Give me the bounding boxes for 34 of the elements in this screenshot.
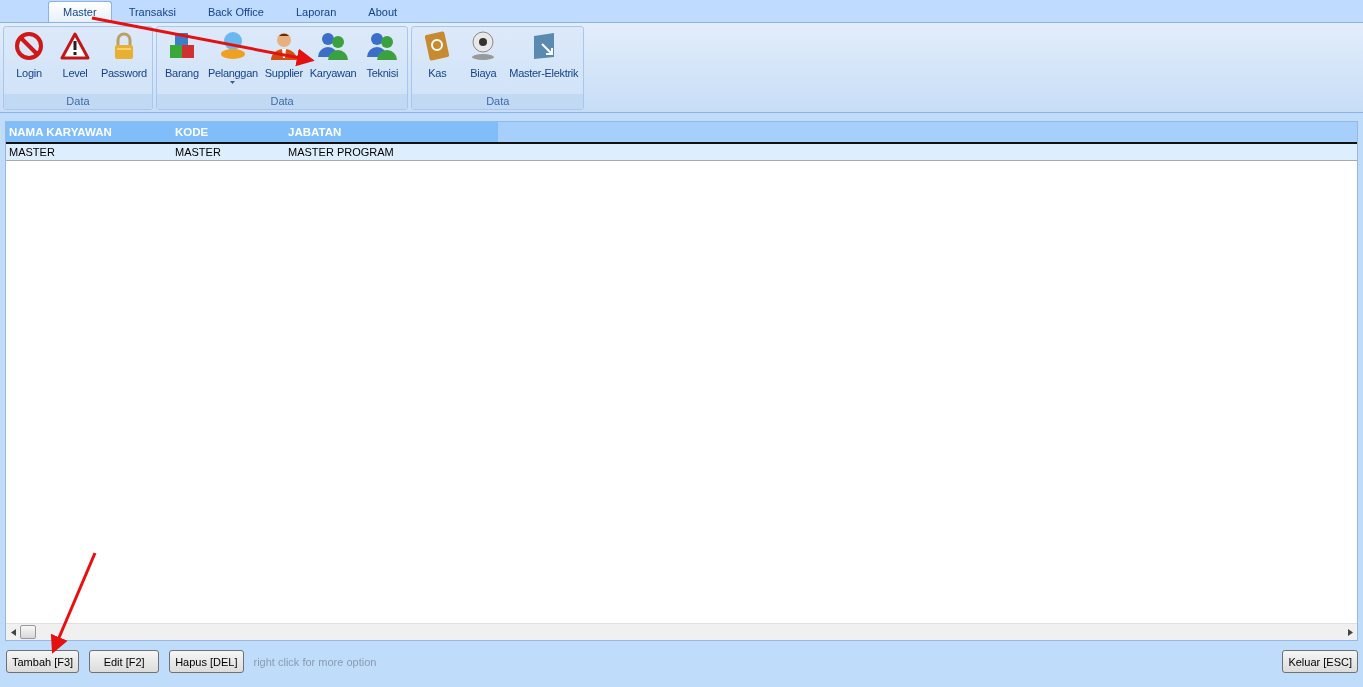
ribbon-button[interactable]: Pelanggan xyxy=(205,30,260,94)
warning-icon xyxy=(59,30,91,62)
exit-button[interactable]: Keluar [ESC] xyxy=(1282,650,1358,673)
people-icon xyxy=(317,30,350,62)
ribbon-tab[interactable]: Master xyxy=(48,1,112,22)
table-cell-text: MASTER PROGRAM xyxy=(287,145,395,160)
ribbon-button[interactable]: Karyawan xyxy=(307,30,359,94)
ribbon-button[interactable]: Login xyxy=(7,30,51,94)
ribbon-button[interactable]: Biaya xyxy=(461,30,506,94)
hint-text: right click for more option xyxy=(253,655,377,668)
ribbon-button[interactable]: Barang xyxy=(159,30,204,94)
action-button[interactable]: Tambah [F3] xyxy=(6,650,80,673)
group-label: Data xyxy=(412,94,584,109)
ribbon-button[interactable]: Teknisi xyxy=(360,30,405,94)
people-icon xyxy=(366,30,399,62)
ribbon-button[interactable]: Password xyxy=(99,30,149,94)
group-label: Data xyxy=(4,94,152,109)
ribbon-button[interactable]: Master-Elektrik xyxy=(507,30,581,94)
scrollbar-thumb[interactable] xyxy=(20,625,36,639)
table-cell-text: MASTER xyxy=(174,145,222,160)
ribbon-tab[interactable]: About xyxy=(353,1,413,22)
ribbon-tab[interactable]: Transaksi xyxy=(113,1,191,22)
ribbon-tab[interactable]: Back Office xyxy=(192,1,279,22)
horizontal-scrollbar[interactable] xyxy=(6,623,1357,640)
ribbon-button[interactable]: Level xyxy=(53,30,97,94)
group-label: Data xyxy=(156,94,408,109)
ribbon-button[interactable]: Kas xyxy=(415,30,460,94)
ribbon-button[interactable]: Supplier xyxy=(261,30,306,94)
prohibited-icon xyxy=(13,30,45,62)
ribbon-tab[interactable]: Laporan xyxy=(280,1,352,22)
table-cell-text: MASTER xyxy=(8,145,56,160)
table-row[interactable]: MASTER MASTER MASTER PROGRAM xyxy=(6,144,1357,161)
action-button[interactable]: Edit [F2] xyxy=(89,650,160,673)
action-button[interactable]: Hapus [DEL] xyxy=(169,650,244,673)
